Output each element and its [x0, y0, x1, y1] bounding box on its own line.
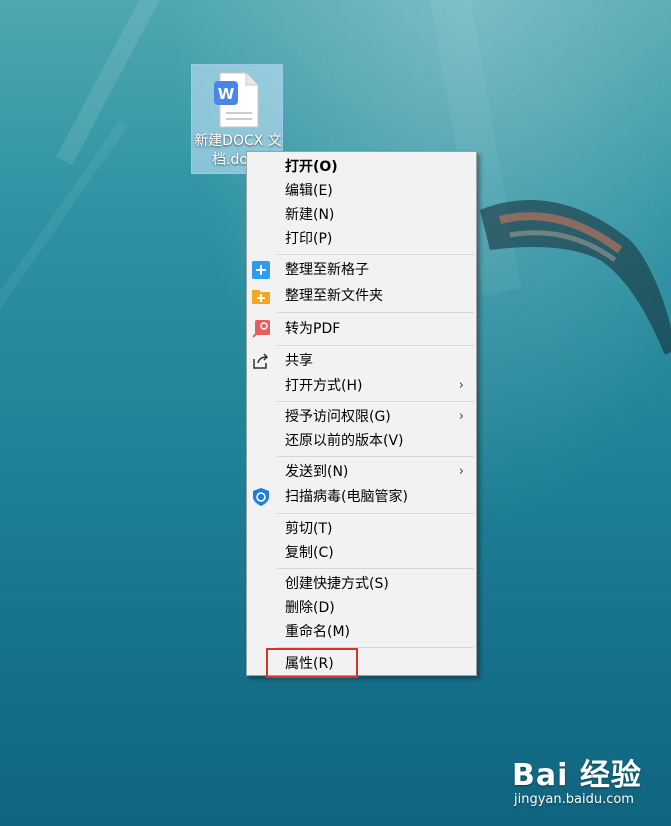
chevron-right-icon: ›	[458, 409, 464, 424]
menu-item-rename[interactable]: 重命名(M)	[247, 620, 476, 644]
menu-separator	[277, 401, 474, 402]
word-document-icon: W	[214, 72, 259, 128]
menu-item-open-with[interactable]: 打开方式(H) ›	[247, 374, 476, 398]
context-menu: 打开(O) 编辑(E) 新建(N) 打印(P) 整理至新格子 整理至新文件夹 转…	[246, 151, 477, 676]
menu-item-scan-virus[interactable]: 扫描病毒(电脑管家)	[247, 485, 476, 509]
highlight-box	[266, 648, 358, 678]
shield-icon	[253, 488, 269, 506]
share-icon	[253, 353, 269, 369]
menu-item-restore-versions[interactable]: 还原以前的版本(V)	[247, 429, 476, 453]
chevron-right-icon: ›	[458, 378, 464, 393]
menu-separator	[277, 345, 474, 346]
watermark-url: jingyan.baidu.com	[514, 792, 634, 807]
wallpaper-swimmer	[480, 200, 671, 355]
menu-item-send-to[interactable]: 发送到(N) ›	[247, 460, 476, 484]
menu-item-copy[interactable]: 复制(C)	[247, 541, 476, 565]
menu-item-print[interactable]: 打印(P)	[247, 227, 476, 251]
menu-item-organize-grid[interactable]: 整理至新格子	[247, 258, 476, 282]
menu-separator	[277, 312, 474, 313]
menu-item-delete[interactable]: 删除(D)	[247, 596, 476, 620]
menu-item-new[interactable]: 新建(N)	[247, 203, 476, 227]
menu-item-grant-access[interactable]: 授予访问权限(G) ›	[247, 405, 476, 429]
menu-separator	[277, 513, 474, 514]
orange-folder-plus-icon	[252, 290, 270, 304]
menu-separator	[277, 456, 474, 457]
menu-item-open[interactable]: 打开(O)	[247, 155, 476, 179]
menu-item-edit[interactable]: 编辑(E)	[247, 179, 476, 203]
menu-item-create-shortcut[interactable]: 创建快捷方式(S)	[247, 572, 476, 596]
menu-item-organize-folder[interactable]: 整理至新文件夹	[247, 284, 476, 308]
chevron-right-icon: ›	[458, 464, 464, 479]
blue-plus-icon	[252, 261, 270, 279]
menu-item-convert-pdf[interactable]: 转为PDF	[247, 317, 476, 341]
menu-item-share[interactable]: 共享	[247, 349, 476, 373]
menu-item-cut[interactable]: 剪切(T)	[247, 517, 476, 541]
watermark-logo: Bai 经验	[512, 758, 642, 793]
menu-separator	[277, 568, 474, 569]
svg-text:W: W	[218, 85, 235, 103]
menu-separator	[277, 254, 474, 255]
pdf-convert-icon	[252, 320, 270, 338]
